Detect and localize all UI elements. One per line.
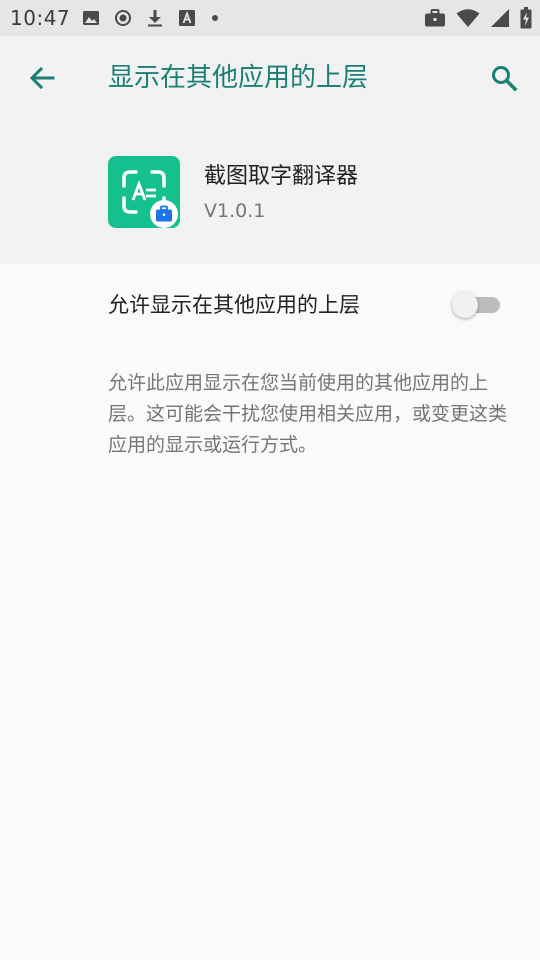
status-notification-icons xyxy=(82,8,220,28)
briefcase-icon xyxy=(425,9,445,27)
app-info-screen: 10:47 显示在其他应用的上层 截图取字翻译器 V1.0.1 允许显示在其他应… xyxy=(0,0,540,960)
search-button[interactable] xyxy=(484,58,524,98)
overlay-permission-switch[interactable] xyxy=(452,290,502,320)
app-name: 截图取字翻译器 xyxy=(204,164,359,189)
record-icon xyxy=(115,10,131,26)
switch-thumb xyxy=(452,292,478,318)
wifi-icon xyxy=(456,9,480,27)
signal-icon xyxy=(491,9,509,27)
work-profile-badge xyxy=(150,200,178,228)
download-icon xyxy=(148,10,162,27)
app-header-section: 显示在其他应用的上层 截图取字翻译器 V1.0.1 xyxy=(0,36,540,264)
permission-description: 允许此应用显示在您当前使用的其他应用的上层。这可能会干扰您使用相关应用，或变更这… xyxy=(108,372,508,456)
overlay-permission-row[interactable]: 允许显示在其他应用的上层 xyxy=(0,264,540,346)
status-time: 10:47 xyxy=(10,6,71,30)
back-button[interactable] xyxy=(22,58,62,98)
arrow-back-icon xyxy=(29,66,55,90)
dot-icon xyxy=(212,15,218,21)
work-briefcase-icon xyxy=(156,205,172,222)
font-icon xyxy=(179,10,195,26)
image-icon xyxy=(83,11,99,25)
battery-icon xyxy=(520,7,532,29)
page-title: 显示在其他应用的上层 xyxy=(108,63,369,93)
overlay-permission-label: 允许显示在其他应用的上层 xyxy=(108,293,360,317)
status-bar: 10:47 xyxy=(0,0,540,36)
search-icon xyxy=(492,66,518,92)
status-system-icons xyxy=(424,7,532,29)
app-version: V1.0.1 xyxy=(204,200,266,222)
